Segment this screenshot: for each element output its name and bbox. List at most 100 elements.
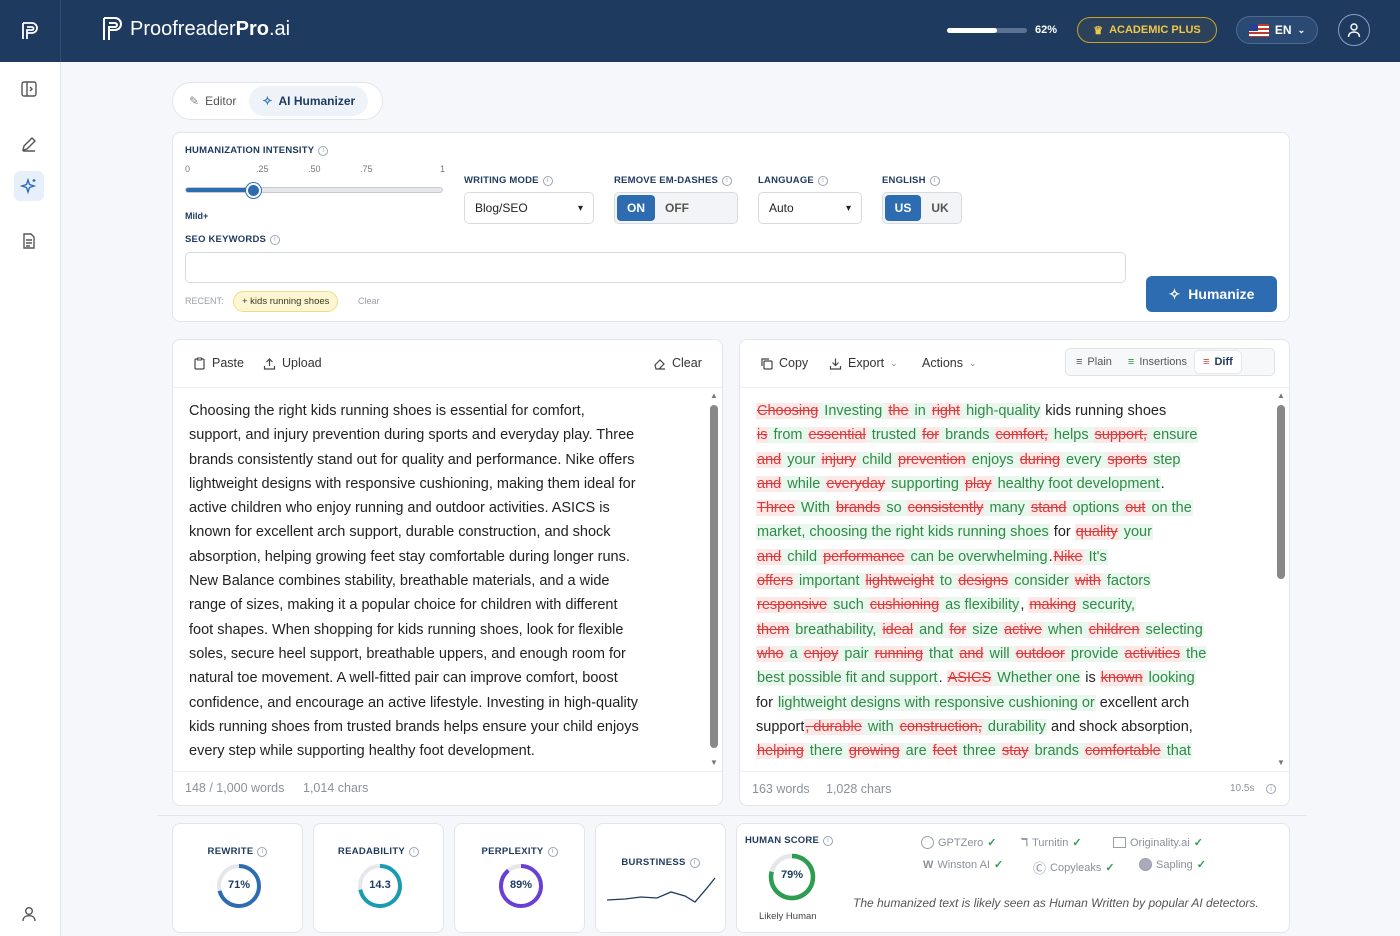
inserted-text: to (935, 573, 958, 590)
info-icon[interactable]: i (817, 175, 828, 186)
em-dash-off-button[interactable]: OFF (655, 195, 699, 221)
inserted-text: a (784, 645, 803, 662)
language-selector[interactable]: EN ⌄ (1236, 16, 1318, 44)
paste-button[interactable]: Paste (193, 356, 244, 370)
intensity-slider-handle[interactable] (246, 183, 261, 198)
unchanged-text: is (1081, 670, 1100, 687)
scroll-up-arrow[interactable]: ▲ (1276, 391, 1286, 400)
info-icon[interactable]: i (929, 175, 940, 186)
app-logo-icon[interactable] (0, 0, 61, 62)
output-text-line: best possible fit and support. ASICS Whe… (756, 666, 1207, 690)
inserted-text: important (794, 573, 865, 590)
check-icon: ✓ (1072, 837, 1082, 849)
inserted-text: selecting (1140, 621, 1204, 638)
info-icon[interactable]: i (409, 846, 420, 857)
upload-icon (263, 357, 276, 370)
unchanged-text: . (938, 670, 947, 687)
brand-suffix: .ai (268, 17, 291, 40)
info-icon[interactable]: i (722, 175, 733, 186)
scroll-up-arrow[interactable]: ▲ (709, 391, 719, 400)
tab-editor[interactable]: ✎ Editor (176, 86, 249, 116)
info-icon[interactable]: i (318, 145, 329, 156)
readability-metric-card: READABILITY i 14.3 (313, 823, 444, 933)
info-icon[interactable]: i (257, 846, 268, 857)
export-button[interactable]: Export ⌄ (829, 356, 898, 370)
detector-winston: W Winston AI ✓ (923, 858, 1004, 872)
user-account-button[interactable] (1338, 14, 1370, 46)
info-icon[interactable]: i (1266, 784, 1276, 794)
em-dash-toggle: ON OFF (614, 192, 738, 224)
deleted-text: ideal (881, 621, 915, 638)
clear-input-button[interactable]: Clear (653, 356, 702, 370)
check-icon: ✓ (987, 837, 997, 849)
view-plain-button[interactable]: ≡ Plain (1068, 351, 1120, 373)
upload-button[interactable]: Upload (263, 356, 322, 370)
copy-button[interactable]: Copy (760, 356, 808, 370)
scroll-down-arrow[interactable]: ▼ (1276, 758, 1286, 767)
input-text-line: brands consistently stand out for qualit… (189, 451, 635, 468)
info-icon[interactable]: i (547, 846, 558, 857)
divider (173, 387, 722, 388)
seo-keywords-input[interactable] (185, 252, 1126, 283)
deleted-text: for (921, 427, 941, 444)
info-icon[interactable]: i (689, 857, 700, 868)
sidebar-item-documents[interactable] (14, 226, 44, 256)
deleted-text: who (756, 645, 785, 662)
user-icon (22, 907, 36, 922)
scroll-down-arrow[interactable]: ▼ (709, 758, 719, 767)
deleted-text: prevention (897, 451, 967, 468)
english-variant-toggle: US UK (882, 192, 962, 224)
em-dash-on-button[interactable]: ON (617, 195, 655, 221)
deleted-text: right (930, 403, 962, 419)
inserted-text: looking (1143, 670, 1196, 687)
inserted-text: durability (982, 718, 1047, 735)
detector-turnitin: ℸ Turnitin ✓ (1021, 836, 1082, 850)
deleted-text: outdoor (1014, 645, 1066, 662)
info-icon[interactable]: i (270, 234, 281, 245)
rewrite-value: 71% (227, 879, 251, 891)
deleted-text: consistently (906, 500, 985, 517)
view-diff-button[interactable]: ≡ Diff (1195, 351, 1241, 373)
output-scrollbar-thumb[interactable] (1277, 405, 1285, 579)
view-plain-label: Plain (1087, 356, 1112, 368)
deleted-text: injury (820, 451, 858, 468)
intensity-slider-track[interactable] (185, 187, 443, 193)
brand-name: Proofreader (130, 17, 236, 40)
deleted-text: making (1028, 597, 1078, 614)
detector-copyleaks: Ⓒ Copyleaks ✓ (1033, 858, 1115, 877)
recent-keyword-chip[interactable]: + kids running shoes (233, 291, 339, 312)
sidebar-toggle-button[interactable] (14, 74, 44, 104)
intensity-tick: .75 (360, 164, 373, 174)
plan-badge[interactable]: ♛ ACADEMIC PLUS (1077, 17, 1217, 43)
info-icon[interactable]: i (542, 175, 553, 186)
input-text-area[interactable]: Choosing the right kids running shoes is… (189, 399, 639, 763)
info-icon[interactable]: i (822, 835, 833, 846)
output-text-area[interactable]: Choosing Investing the in right high-qua… (756, 399, 1208, 763)
inserted-text: healthy foot development (992, 475, 1161, 492)
view-diff-label: Diff (1214, 356, 1233, 368)
perplexity-value: 89% (509, 879, 533, 891)
burstiness-label: BURSTINESS (621, 857, 686, 868)
english-uk-button[interactable]: UK (921, 195, 959, 221)
input-scrollbar-thumb[interactable] (710, 405, 718, 748)
tab-ai-humanizer[interactable]: ✧ AI Humanizer (249, 86, 369, 116)
inserted-text: best possible fit and support (756, 670, 939, 687)
humanize-button[interactable]: ✧ Humanize (1146, 276, 1277, 312)
inserted-text: so (881, 500, 907, 517)
copyleaks-icon: Ⓒ (1033, 861, 1047, 876)
view-insertions-button[interactable]: ≡ Insertions (1120, 351, 1195, 373)
inserted-text: security, (1077, 597, 1137, 614)
clear-recent-button[interactable]: Clear (358, 296, 380, 306)
inserted-text: It's (1083, 548, 1108, 565)
brand-logo[interactable]: ProofreaderPro.ai (100, 15, 290, 43)
sidebar-item-profile[interactable] (14, 899, 44, 929)
english-us-button[interactable]: US (885, 195, 921, 221)
deleted-text: running (873, 645, 925, 662)
actions-menu-button[interactable]: Actions ⌄ (922, 356, 977, 370)
sidebar-item-editor[interactable] (14, 129, 44, 159)
sidebar-item-humanizer[interactable] (14, 171, 44, 201)
language-select[interactable]: Auto ▾ (758, 192, 862, 224)
deleted-text: ASICS (946, 670, 993, 687)
writing-mode-select[interactable]: Blog/SEO ▾ (464, 192, 594, 224)
detector-gptzero: GPTZero ✓ (921, 836, 996, 849)
